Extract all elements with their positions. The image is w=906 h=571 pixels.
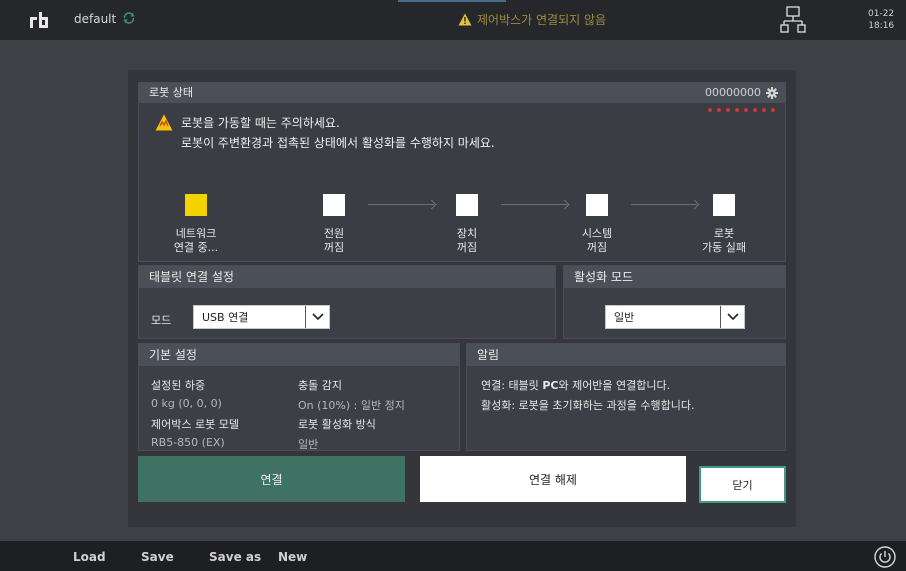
step-label-line: 꺼짐 bbox=[586, 241, 608, 254]
step-system-indicator bbox=[586, 194, 608, 216]
step-label-line: 꺼짐 bbox=[456, 241, 478, 254]
step-label-line: 시스템 bbox=[581, 227, 613, 240]
step-system-label: 시스템 꺼짐 bbox=[557, 227, 637, 255]
status-led bbox=[726, 108, 730, 112]
gear-icon[interactable] bbox=[766, 87, 778, 99]
step-arrow bbox=[501, 204, 567, 205]
step-network-indicator bbox=[185, 194, 207, 216]
activation-method-value: 일반 bbox=[298, 438, 319, 451]
time: 18:16 bbox=[868, 21, 895, 31]
notice-line-connect: 연결: 태블릿 PC와 제어반을 연결합니다. bbox=[481, 377, 670, 393]
chevron-down-icon[interactable] bbox=[720, 306, 744, 328]
step-label-line: 장치 bbox=[456, 227, 478, 240]
tablet-connection-panel: 태블릿 연결 설정 모드 USB 연결 bbox=[138, 265, 556, 339]
step-label-line: 가동 실패 bbox=[702, 241, 746, 254]
activation-mode-value: 일반 bbox=[614, 311, 635, 324]
activation-mode-select[interactable]: 일반 bbox=[605, 305, 745, 329]
mode-select-value: USB 연결 bbox=[202, 311, 249, 324]
sync-icon[interactable] bbox=[122, 11, 136, 25]
status-led-row bbox=[708, 108, 775, 112]
step-label-line: 꺼짐 bbox=[323, 241, 345, 254]
payload-value: 0 kg (0, 0, 0) bbox=[151, 397, 222, 410]
step-device-indicator bbox=[456, 194, 478, 216]
step-label-line: 로봇 bbox=[713, 227, 735, 240]
clock: 01-22 18:16 bbox=[868, 8, 894, 32]
notice-title: 알림 bbox=[467, 344, 785, 366]
warning-text: 제어박스가 연결되지 않음 bbox=[477, 13, 607, 27]
step-network-label: 네트워크 연결 중... bbox=[156, 227, 236, 255]
mode-select[interactable]: USB 연결 bbox=[193, 305, 330, 329]
payload-label: 설정된 하중 bbox=[151, 379, 206, 392]
status-led bbox=[735, 108, 739, 112]
notice-line-activate: 활성화: 로봇을 초기화하는 과정을 수행합니다. bbox=[481, 399, 695, 412]
status-led bbox=[708, 108, 712, 112]
close-button[interactable]: 닫기 bbox=[699, 466, 786, 503]
notice-text: 연결: 태블릿 bbox=[481, 379, 543, 392]
disconnect-button[interactable]: 연결 해제 bbox=[420, 456, 686, 502]
status-led bbox=[762, 108, 766, 112]
step-arrow bbox=[631, 204, 697, 205]
rb-logo-icon bbox=[30, 12, 48, 28]
notice-panel: 알림 연결: 태블릿 PC와 제어반을 연결합니다. 활성화: 로봇을 초기화하… bbox=[466, 343, 786, 451]
chevron-down-icon[interactable] bbox=[305, 306, 329, 328]
warning-icon bbox=[458, 13, 472, 26]
activation-mode-title: 활성화 모드 bbox=[564, 266, 785, 288]
tablet-connection-title: 태블릿 연결 설정 bbox=[139, 266, 555, 288]
step-power-label: 전원 꺼짐 bbox=[294, 227, 374, 255]
connection-warning: 제어박스가 연결되지 않음 bbox=[458, 11, 606, 28]
status-led bbox=[744, 108, 748, 112]
caution-subtitle: 로봇이 주변환경과 접촉된 상태에서 활성화를 수행하지 마세요. bbox=[181, 136, 495, 150]
project-name[interactable]: default bbox=[74, 12, 116, 26]
notice-text-bold: PC bbox=[542, 379, 559, 392]
step-robot-label: 로봇 가동 실패 bbox=[684, 227, 764, 255]
collision-label: 충돌 감지 bbox=[298, 379, 342, 392]
robot-model-label: 제어박스 로봇 모델 bbox=[151, 418, 239, 431]
status-led bbox=[753, 108, 757, 112]
power-icon[interactable] bbox=[874, 546, 896, 568]
status-led bbox=[717, 108, 721, 112]
tab-indicator bbox=[398, 0, 506, 2]
collision-value: On (10%) : 일반 정지 bbox=[298, 399, 405, 412]
top-bar: default 제어박스가 연결되지 않음 01-22 18:16 bbox=[0, 0, 906, 40]
step-label-line: 전원 bbox=[323, 227, 345, 240]
step-device-label: 장치 꺼짐 bbox=[427, 227, 507, 255]
step-label-line: 연결 중... bbox=[173, 241, 219, 254]
mode-label: 모드 bbox=[151, 314, 172, 327]
save-button[interactable]: Save bbox=[141, 550, 174, 564]
robot-status-header: 로봇 상태 00000000 bbox=[139, 83, 785, 103]
activation-mode-panel: 활성화 모드 일반 bbox=[563, 265, 786, 339]
activation-method-label: 로봇 활성화 방식 bbox=[298, 418, 376, 431]
connect-button[interactable]: 연결 bbox=[138, 456, 405, 502]
notice-text: 와 제어반을 연결합니다. bbox=[558, 379, 671, 392]
robot-model-value: RB5-850 (EX) bbox=[151, 436, 225, 449]
basic-settings-title: 기본 설정 bbox=[139, 344, 459, 366]
serial-number: 00000000 bbox=[705, 86, 761, 99]
step-robot-indicator bbox=[713, 194, 735, 216]
caution-title: 로봇을 가동할 때는 주의하세요. bbox=[181, 116, 340, 130]
load-button[interactable]: Load bbox=[73, 550, 106, 564]
network-icon[interactable] bbox=[780, 6, 806, 34]
step-label-line: 네트워크 bbox=[175, 227, 217, 240]
step-arrow bbox=[368, 204, 434, 205]
robot-status-title: 로봇 상태 bbox=[149, 86, 193, 99]
caution-icon bbox=[155, 114, 173, 131]
bottom-bar: Load Save Save as New bbox=[0, 541, 906, 571]
save-as-button[interactable]: Save as bbox=[209, 550, 261, 564]
status-led bbox=[771, 108, 775, 112]
date: 01-22 bbox=[868, 9, 895, 19]
step-power-indicator bbox=[323, 194, 345, 216]
basic-settings-panel: 기본 설정 설정된 하중 0 kg (0, 0, 0) 제어박스 로봇 모델 R… bbox=[138, 343, 460, 451]
new-button[interactable]: New bbox=[278, 550, 307, 564]
